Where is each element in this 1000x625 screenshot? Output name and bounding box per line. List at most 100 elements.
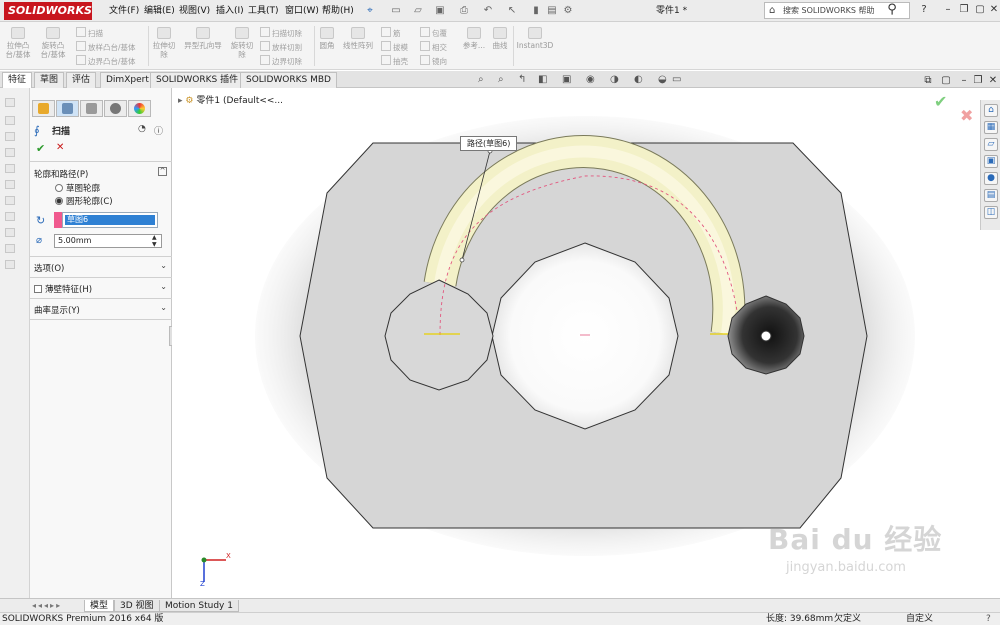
dimxpert-manager-tab[interactable]	[104, 100, 127, 117]
zoom-area-icon[interactable]: ⌕	[498, 74, 504, 85]
revolve-cut-button[interactable]: 旋转切除	[228, 27, 256, 59]
draft-button[interactable]: 拔模	[381, 41, 408, 53]
menu-window[interactable]: 窗口(W)	[285, 0, 319, 22]
sweep-button[interactable]: 扫描	[76, 27, 103, 39]
linear-pattern-button[interactable]: 线性阵列	[340, 27, 376, 50]
chevron-down-icon[interactable]: ⌄	[160, 303, 167, 312]
zoom-to-fit-icon[interactable]: ⌕	[478, 74, 484, 85]
menu-tools[interactable]: 工具(T)	[248, 0, 279, 22]
select-icon[interactable]: ↖	[506, 5, 518, 17]
curvature-display-section-title[interactable]: 曲率显示(Y)	[34, 304, 80, 316]
doc-close-icon[interactable]: ✕	[987, 75, 999, 87]
tab-3d-views[interactable]: 3D 视图	[114, 600, 160, 612]
menu-insert[interactable]: 插入(I)	[216, 0, 244, 22]
diameter-spinner[interactable]: ▲ ▼	[152, 234, 157, 248]
hole-wizard-button[interactable]: 异型孔向导	[180, 27, 226, 50]
boundary-boss-button[interactable]: 边界凸台/基体	[76, 55, 136, 67]
cancel-button[interactable]: ✕	[56, 142, 64, 153]
tab-addins[interactable]: SOLIDWORKS 插件	[150, 72, 245, 88]
feature-manager-tab[interactable]	[32, 100, 55, 117]
undo-icon[interactable]: ↶	[482, 5, 494, 17]
configuration-manager-tab[interactable]	[80, 100, 103, 117]
open-icon[interactable]: ▱	[412, 5, 424, 17]
save-icon[interactable]: ▣	[434, 5, 446, 17]
curves-button[interactable]: 曲线	[490, 27, 510, 50]
tab-evaluate[interactable]: 评估	[66, 72, 97, 88]
wrap-button[interactable]: 包覆	[420, 27, 447, 39]
profile-path-section-title[interactable]: 轮廓和路径(P)	[34, 168, 88, 180]
view-orientation-icon[interactable]: ▣	[562, 74, 571, 85]
radio-sketch-profile[interactable]: 草图轮廓	[55, 182, 100, 194]
reference-geometry-button[interactable]: 参考...	[460, 27, 488, 50]
forum-icon[interactable]: ◫	[984, 206, 998, 219]
units-selector[interactable]: 自定义	[906, 613, 933, 625]
doc-minimize-icon[interactable]: –	[958, 75, 970, 87]
view-settings-icon[interactable]: ▭	[672, 74, 681, 85]
menu-file[interactable]: 文件(F)	[109, 0, 139, 22]
new-document-icon[interactable]: ▭	[390, 5, 402, 17]
tab-features[interactable]: 特征	[2, 72, 33, 88]
previous-view-icon[interactable]: ↰	[518, 74, 526, 85]
help-icon[interactable]: ⓘ	[154, 124, 163, 137]
tile-icon[interactable]: ▢	[974, 4, 986, 16]
intersect-button[interactable]: 相交	[420, 41, 447, 53]
rib-button[interactable]: 筋	[381, 27, 401, 39]
detailed-preview-icon[interactable]: ◔	[138, 124, 146, 134]
restore-icon[interactable]: ❐	[958, 4, 970, 16]
close-icon[interactable]: ✕	[988, 4, 1000, 16]
help-icon[interactable]: ?	[918, 4, 930, 16]
pin-icon[interactable]: ⌖	[364, 5, 376, 17]
mirror-button[interactable]: 镜向	[420, 55, 447, 67]
edit-appearance-icon[interactable]: ◐	[634, 74, 643, 85]
graphics-area[interactable]: ▸ ⚙ 零件1 (Default<<... ⌕ ⌕ ↰ ◧ ▣ ◉ ◑ ◐ ◒ …	[172, 74, 997, 598]
doc-maximize-icon[interactable]: ❐	[972, 75, 984, 87]
tab-scroll-arrows[interactable]: ◂◂◂▸▸	[32, 601, 62, 610]
tab-dimxpert[interactable]: DimXpert	[100, 72, 155, 88]
rebuild-icon[interactable]: ▮	[530, 5, 542, 17]
lofted-cut-button[interactable]: 放样切割	[260, 41, 302, 53]
thin-feature-section-title[interactable]: 薄壁特征(H)	[34, 283, 92, 295]
chevron-down-icon[interactable]: ⌄	[160, 282, 167, 291]
display-manager-tab[interactable]	[128, 100, 151, 117]
thin-feature-checkbox[interactable]	[34, 285, 42, 293]
ok-button[interactable]: ✔	[36, 142, 45, 155]
fillet-button[interactable]: 圆角	[316, 27, 338, 50]
tab-mbd[interactable]: SOLIDWORKS MBD	[240, 72, 337, 88]
minimize-icon[interactable]: –	[942, 4, 954, 16]
tab-sketch[interactable]: 草图	[34, 72, 65, 88]
swept-cut-button[interactable]: 扫描切除	[260, 27, 302, 39]
path-callout-label[interactable]: 路径(草图6)	[460, 136, 518, 151]
file-properties-icon[interactable]: ▤	[546, 5, 558, 17]
loft-button[interactable]: 放样凸台/基体	[76, 41, 136, 53]
menu-edit[interactable]: 编辑(E)	[144, 0, 175, 22]
menu-view[interactable]: 视图(V)	[179, 0, 210, 22]
doc-restore-icon[interactable]: ⧉	[922, 75, 934, 87]
boundary-cut-button[interactable]: 边界切除	[260, 55, 302, 67]
radio-circular-profile[interactable]: 圆形轮廓(C)	[55, 195, 113, 207]
collapse-section-icon[interactable]: ^	[158, 167, 167, 176]
file-explorer-icon[interactable]: ▱	[984, 138, 998, 151]
view-palette-icon[interactable]: ▣	[984, 155, 998, 168]
hide-show-items-icon[interactable]: ◑	[610, 74, 619, 85]
chevron-down-icon[interactable]: ⌄	[160, 261, 167, 270]
doc-tile-icon[interactable]: ▢	[940, 75, 952, 87]
tab-motion-study[interactable]: Motion Study 1	[159, 600, 239, 612]
instant3d-button[interactable]: Instant3D	[515, 27, 555, 50]
extrude-boss-button[interactable]: 拉伸凸台/基体	[4, 27, 32, 59]
shell-button[interactable]: 抽壳	[381, 55, 408, 67]
property-manager-tab[interactable]	[56, 100, 79, 117]
diameter-input[interactable]: 5.00mm	[54, 234, 162, 248]
search-icon[interactable]: ⚲	[886, 3, 898, 16]
options-gear-icon[interactable]: ⚙	[562, 5, 574, 17]
extrude-cut-button[interactable]: 拉伸切除	[150, 27, 178, 59]
section-view-icon[interactable]: ◧	[538, 74, 547, 85]
menu-help[interactable]: 帮助(H)	[322, 0, 354, 22]
custom-properties-icon[interactable]: ▤	[984, 189, 998, 202]
apply-scene-icon[interactable]: ◒	[658, 74, 667, 85]
options-section-title[interactable]: 选项(O)	[34, 262, 64, 274]
path-selection-box[interactable]: 草图6	[62, 212, 158, 228]
appearances-icon[interactable]: ●	[984, 172, 998, 185]
print-icon[interactable]: ⎙	[458, 5, 470, 17]
home-icon[interactable]: ⌂	[984, 104, 998, 117]
help-icon[interactable]: ?	[986, 613, 991, 625]
